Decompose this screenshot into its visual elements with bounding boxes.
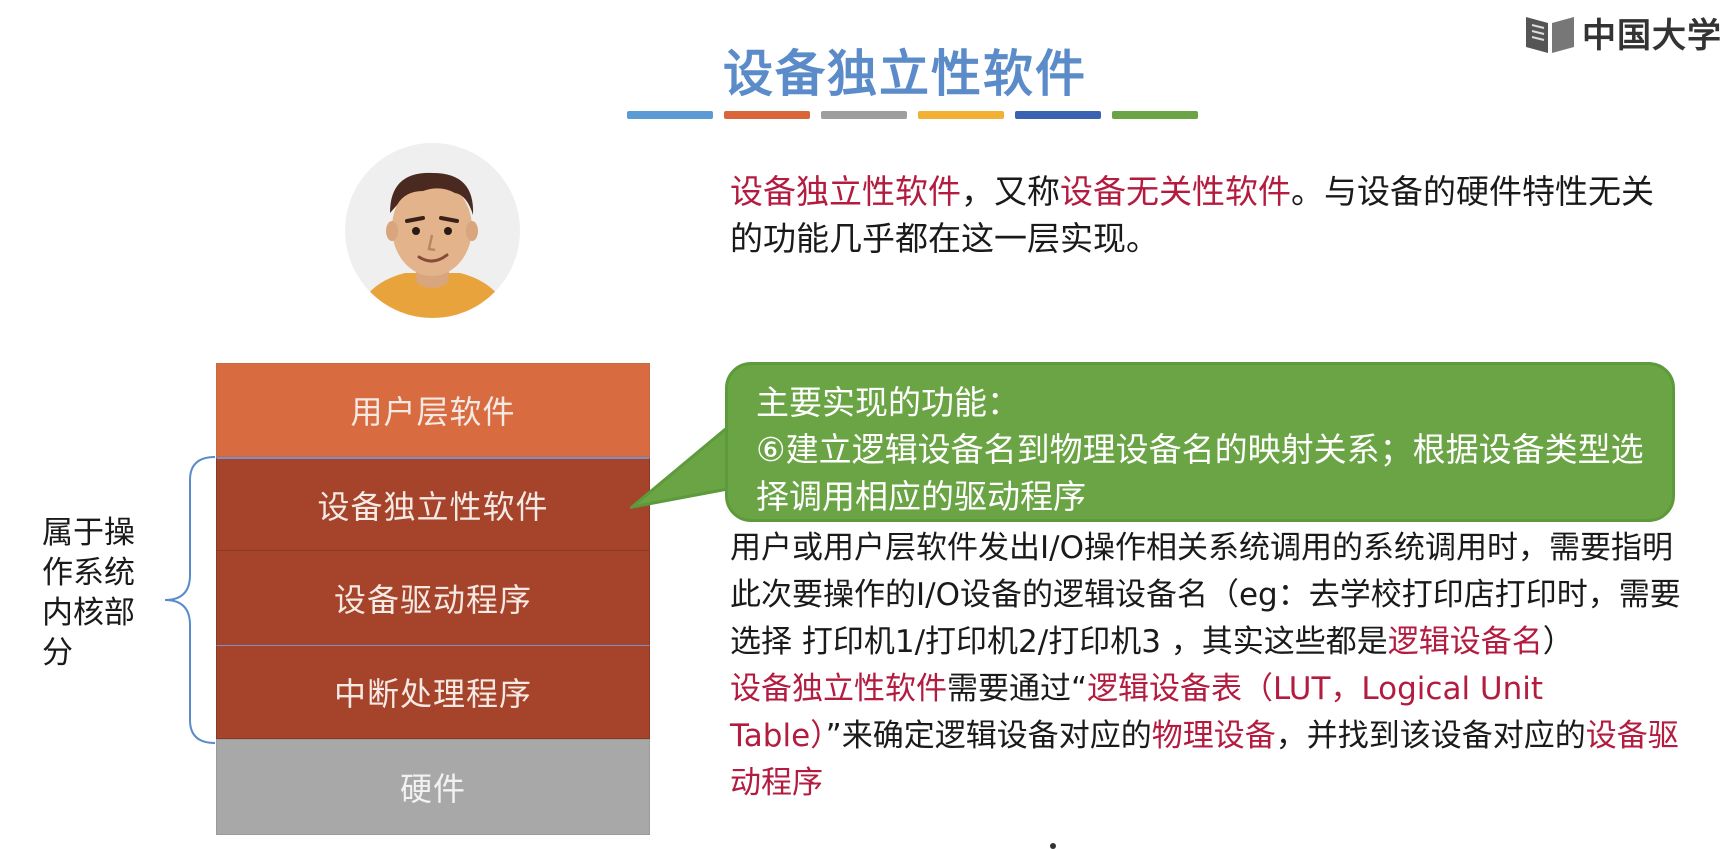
accent-bar-1 [627, 111, 713, 119]
presenter-avatar-icon [345, 143, 520, 318]
layer-label: 用户层软件 [350, 393, 516, 431]
layer-interrupt-handler: 中断处理程序 [216, 645, 650, 739]
explanation-p1: 用户或用户层软件发出I/O操作相关系统调用的系统调用时，需要指明此次要操作的I/… [730, 525, 1690, 666]
layer-device-independent-software: 设备独立性软件 [216, 457, 650, 551]
explanation-paragraph: 用户或用户层软件发出I/O操作相关系统调用的系统调用时，需要指明此次要操作的I/… [730, 525, 1690, 807]
term-device-agnostic-software: 设备无关性软件 [1060, 172, 1291, 211]
accent-bar-3 [821, 111, 907, 119]
layer-hardware: 硬件 [216, 739, 650, 835]
accent-bar-4 [918, 111, 1004, 119]
io-layer-stack: 用户层软件 设备独立性软件 设备驱动程序 中断处理程序 硬件 [216, 363, 650, 835]
layer-label: 硬件 [399, 770, 466, 808]
term-physical-device: 物理设备 [1151, 718, 1276, 754]
accent-bar-6 [1112, 111, 1198, 119]
layer-label: 中断处理程序 [333, 675, 532, 713]
kernel-part-label: 属于操作系统内核部分 [42, 515, 135, 671]
slide: 中国大学 设备独立性软件 设备独立性软件，又称设备无关性软件。与设备的硬件特性无… [0, 0, 1722, 849]
intro-paragraph: 设备独立性软件，又称设备无关性软件。与设备的硬件特性无关的功能几乎都在这一层实现… [730, 168, 1670, 262]
accent-bar-5 [1015, 111, 1101, 119]
function-callout: 主要实现的功能： ⑥建立逻辑设备名到物理设备名的映射关系；根据设备类型选择调用相… [725, 362, 1675, 522]
term-device-independent-software: 设备独立性软件 [730, 172, 961, 211]
p1-end: ） [1542, 624, 1574, 660]
layer-label: 设备驱动程序 [333, 581, 532, 619]
term-logical-device-name: 逻辑设备名 [1387, 624, 1543, 660]
slide-title: 设备独立性软件 [723, 45, 1087, 103]
term-device-independent-software: 设备独立性软件 [730, 671, 947, 707]
layer-device-driver: 设备驱动程序 [216, 551, 650, 645]
layer-label: 设备独立性软件 [317, 487, 549, 526]
p2-text-3: ，并找到该设备对应的 [1275, 718, 1586, 754]
p2-text-1: 需要通过“ [947, 671, 1088, 707]
cursor-dot [1050, 843, 1056, 849]
accent-bar-2 [724, 111, 810, 119]
callout-heading: 主要实现的功能： [756, 383, 1020, 422]
kernel-brace-icon [164, 456, 216, 744]
intro-text-1: ，又称 [961, 172, 1060, 211]
explanation-p2: 设备独立性软件需要通过“逻辑设备表（LUT，Logical Unit Table… [730, 666, 1690, 807]
p2-text-2: ”来确定逻辑设备对应的 [825, 718, 1152, 754]
title-accent-bars [627, 111, 1198, 119]
callout-item: ⑥建立逻辑设备名到物理设备名的映射关系；根据设备类型选择调用相应的驱动程序 [756, 430, 1644, 516]
layer-user-software: 用户层软件 [216, 363, 650, 457]
